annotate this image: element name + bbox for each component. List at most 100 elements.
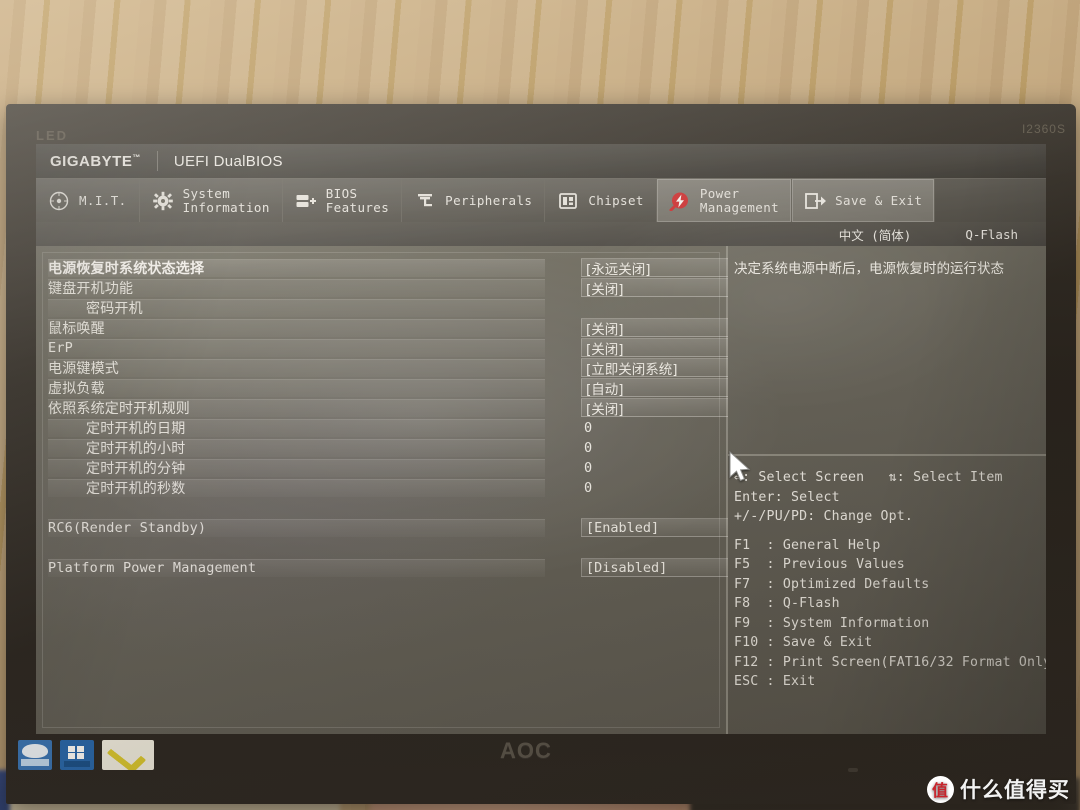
setting-value[interactable]: [关闭] <box>581 398 733 418</box>
row-highlight <box>48 419 545 437</box>
row-highlight <box>48 339 545 357</box>
key-legend-row: F5 : Previous Values <box>734 557 905 572</box>
settings-spacer <box>48 538 716 558</box>
tab-chipset[interactable]: Chipset <box>545 179 657 222</box>
key-legend-row: F12 : Print Screen(FAT16/32 Format Only) <box>734 654 1046 670</box>
setting-value[interactable]: [永远关闭] <box>581 258 733 278</box>
key-legend-row: +/-/PU/PD: Change Opt. <box>734 509 914 524</box>
tab-save-and-exit[interactable]: Save & Exit <box>792 179 936 222</box>
row-highlight <box>48 399 545 417</box>
row-highlight <box>48 299 545 317</box>
row-highlight <box>48 359 545 377</box>
power-led <box>848 768 858 772</box>
settings-row[interactable]: ErP[关闭] <box>48 338 733 358</box>
setting-value[interactable]: [Disabled] <box>581 558 733 577</box>
setting-value[interactable]: [自动] <box>581 378 733 398</box>
tab-label: BIOS Features <box>325 185 390 215</box>
setting-value[interactable]: [Enabled] <box>581 518 733 537</box>
bios-body: 电源恢复时系统状态选择[永远关闭]键盘开机功能[关闭]密码开机鼠标唤醒[关闭]E… <box>36 246 1046 734</box>
key-legend-row: F7 : Optimized Defaults <box>734 576 930 592</box>
settings-row[interactable]: 密码开机 <box>48 298 716 318</box>
help-panel: 决定系统电源中断后，电源恢复时的运行状态 ⇔: Select Screen ⇅:… <box>728 246 1046 734</box>
settings-row[interactable]: 鼠标唤醒[关闭] <box>48 318 733 338</box>
settings-row[interactable]: 键盘开机功能[关闭] <box>48 278 733 298</box>
plug-icon <box>414 191 436 211</box>
row-highlight <box>48 559 545 577</box>
energy-star-sticker <box>18 740 52 770</box>
tab-peripherals[interactable]: Peripherals <box>402 179 546 222</box>
key-legend-row: Enter: Select <box>734 489 840 505</box>
q-flash-button[interactable]: Q-Flash <box>965 227 1018 242</box>
row-highlight <box>48 319 545 337</box>
tab-label: Peripherals <box>445 192 533 208</box>
watermark-badge: 值 <box>927 775 954 803</box>
settings-row[interactable]: 定时开机的日期0 <box>48 418 716 438</box>
setting-value[interactable]: [关闭] <box>581 278 733 298</box>
bios-title: UEFI DualBIOS <box>173 152 283 170</box>
exit-door-icon <box>804 191 827 211</box>
bios-sub-bar: 中文 (简体) Q-Flash <box>36 222 1046 246</box>
chipset-icon <box>557 191 579 211</box>
key-legend-row: F9 : System Information <box>734 615 930 631</box>
settings-row[interactable]: 定时开机的分钟0 <box>48 458 716 478</box>
settings-row[interactable]: 虚拟负载[自动] <box>48 378 733 398</box>
settings-row[interactable]: Platform Power Management[Disabled] <box>48 558 733 578</box>
setting-value[interactable]: 0 <box>581 418 733 437</box>
desk-scene: LED I2360S GIGABYTE™ UEFI DualBIOS M.I.T… <box>0 0 1080 810</box>
key-legend-row: F1 : General Help <box>734 537 881 553</box>
key-legend-row: ⇔: Select Screen ⇅: Select Item <box>734 470 1003 485</box>
settings-list: 电源恢复时系统状态选择[永远关闭]键盘开机功能[关闭]密码开机鼠标唤醒[关闭]E… <box>48 258 733 578</box>
row-highlight <box>48 379 545 397</box>
settings-row[interactable]: 电源键模式[立即关闭系统] <box>48 358 733 378</box>
key-legend-gap <box>734 527 1042 536</box>
tab-label: Chipset <box>588 192 644 208</box>
help-divider <box>728 454 1046 456</box>
tab-bios-features[interactable]: BIOS Features <box>282 179 403 222</box>
settings-row[interactable]: 电源恢复时系统状态选择[永远关闭] <box>48 258 733 278</box>
settings-row[interactable]: RC6(Render Standby)[Enabled] <box>48 518 733 538</box>
bios-tab-bar: M.I.T. System Information BIOS Features <box>36 178 1046 222</box>
setting-value[interactable]: 0 <box>581 478 733 497</box>
disc-icon <box>48 191 70 211</box>
settings-row[interactable]: 依照系统定时开机规则[关闭] <box>48 398 733 418</box>
bezel-model-label: I2360S <box>1021 122 1066 136</box>
setting-value[interactable]: [关闭] <box>581 338 733 358</box>
tab-label: Power Management <box>699 185 780 215</box>
watermark-text: 什么值得买 <box>960 778 1070 802</box>
settings-row[interactable]: 定时开机的秒数0 <box>48 478 716 498</box>
setting-value[interactable]: 0 <box>581 438 733 457</box>
bezel-stickers <box>18 740 154 770</box>
settings-row[interactable]: 定时开机的小时0 <box>48 438 716 458</box>
quality-check-sticker <box>102 740 154 770</box>
gear-icon <box>152 191 174 211</box>
tab-power-management[interactable]: Power Management <box>656 179 793 222</box>
chip-stack-icon <box>295 191 317 211</box>
row-highlight <box>48 519 545 537</box>
bios-screen: GIGABYTE™ UEFI DualBIOS M.I.T. System In… <box>36 144 1046 734</box>
settings-panel: 电源恢复时系统状态选择[永远关闭]键盘开机功能[关闭]密码开机鼠标唤醒[关闭]E… <box>36 246 733 734</box>
row-highlight <box>48 439 545 457</box>
setting-value[interactable]: [立即关闭系统] <box>581 358 733 378</box>
row-highlight <box>48 459 545 477</box>
key-legend-row: F8 : Q-Flash <box>734 596 840 611</box>
setting-value[interactable]: 0 <box>581 458 733 477</box>
setting-value[interactable]: [关闭] <box>581 318 733 338</box>
tab-system-information[interactable]: System Information <box>139 179 283 222</box>
row-highlight <box>48 279 545 297</box>
aoc-logo: AOC <box>500 738 552 763</box>
watermark: 值 什么值得买 <box>927 774 1070 804</box>
tab-mit[interactable]: M.I.T. <box>36 179 140 222</box>
tab-label: M.I.T. <box>79 192 127 208</box>
gigabyte-logo: GIGABYTE™ <box>50 152 141 170</box>
bios-brand-bar: GIGABYTE™ UEFI DualBIOS <box>36 144 1046 178</box>
windows-sticker <box>60 740 94 770</box>
tab-label: Save & Exit <box>835 192 923 208</box>
key-legend-row: F10 : Save & Exit <box>734 635 873 650</box>
row-highlight <box>48 479 545 497</box>
help-description: 决定系统电源中断后，电源恢复时的运行状态 <box>734 261 1004 277</box>
row-highlight <box>48 259 545 277</box>
settings-spacer <box>48 498 716 518</box>
language-selector[interactable]: 中文 (简体) <box>839 225 912 244</box>
monitor: LED I2360S GIGABYTE™ UEFI DualBIOS M.I.T… <box>6 104 1076 804</box>
key-legend: ⇔: Select Screen ⇅: Select Item Enter: Se… <box>734 468 1046 692</box>
